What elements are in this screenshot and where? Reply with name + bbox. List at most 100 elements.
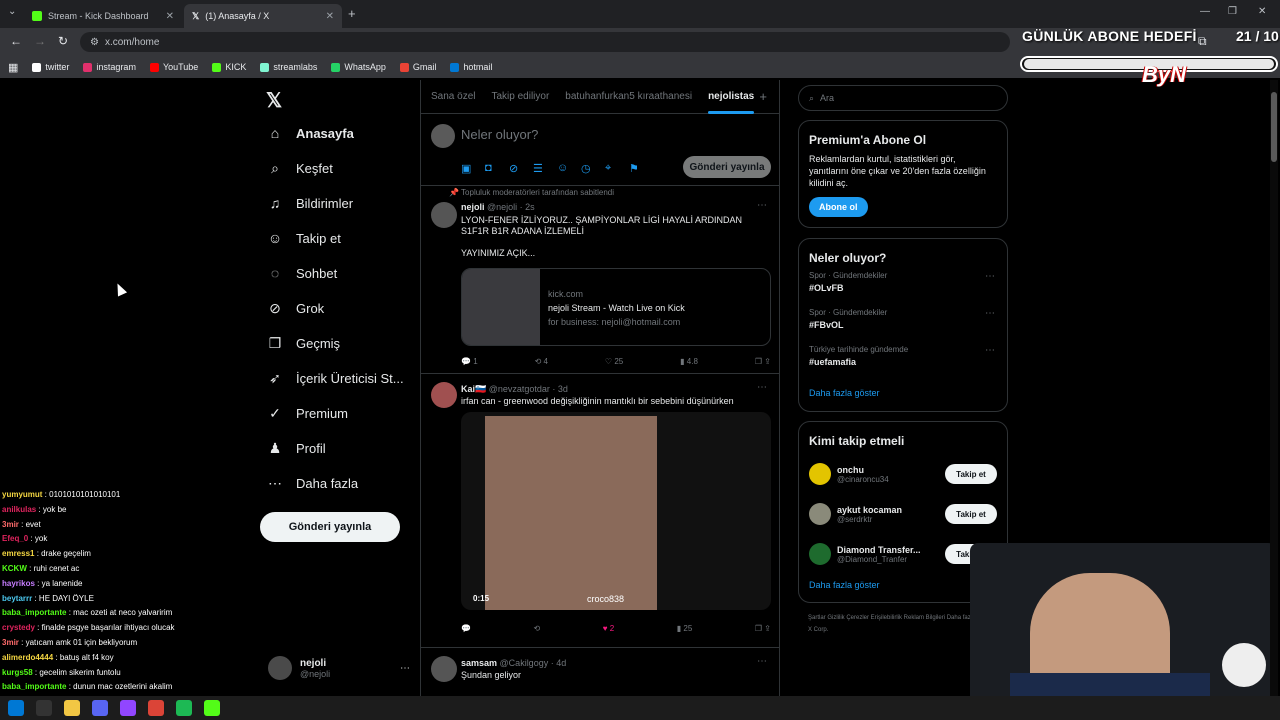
chat-username[interactable]: KCKW	[2, 564, 27, 573]
sidebar-item-home[interactable]: ⌂ Anasayfa	[266, 116, 354, 150]
follow-button[interactable]: Takip et	[945, 504, 997, 524]
account-switcher[interactable]: nejoli @nejoli ⋯	[268, 654, 410, 682]
avatar[interactable]	[431, 202, 457, 228]
back-icon[interactable]: ←	[10, 34, 22, 48]
apps-grid-icon[interactable]: ▦	[8, 61, 18, 74]
gif-icon[interactable]: ◘	[485, 162, 492, 174]
browser-tab-x[interactable]: 𝕏 (1) Anasayfa / X ✕	[184, 4, 342, 28]
twitch-icon[interactable]	[120, 700, 136, 716]
sidebar-item-bookmark[interactable]: ❐ Geçmiş	[266, 326, 340, 360]
sidebar-item-add-user[interactable]: ☺ Takip et	[266, 221, 341, 255]
grok-icon[interactable]: ⊘	[509, 162, 518, 175]
video-player[interactable]: 0:15 croco838	[461, 412, 771, 610]
close-tab-icon[interactable]: ✕	[326, 11, 334, 22]
bookmark-gmail[interactable]: Gmail	[399, 62, 436, 72]
add-tab-icon[interactable]: +	[759, 89, 767, 104]
schedule-icon[interactable]: ◷	[581, 162, 591, 175]
avatar[interactable]	[431, 382, 457, 408]
tab-for-you[interactable]: Sana özel	[431, 91, 475, 102]
flag-icon[interactable]: ⚑	[629, 162, 639, 175]
views-button[interactable]: ▮ 25	[677, 624, 693, 633]
bookmark-kick[interactable]: KICK	[212, 62, 246, 72]
trend-item[interactable]: Spor · Gündemdekiler #FBvOL ⋯	[809, 308, 997, 345]
location-icon[interactable]: ⌖	[605, 162, 611, 175]
more-icon[interactable]: ⋯	[400, 663, 410, 674]
reply-button[interactable]: 💬	[461, 624, 471, 633]
more-icon[interactable]: ⋯	[757, 200, 767, 211]
forward-icon[interactable]: →	[34, 34, 46, 48]
trend-item[interactable]: Spor · Gündemdekiler #OLvFB ⋯	[809, 271, 997, 308]
tweet-pinned[interactable]: 📌 Topluluk moderatörleri tarafından sabi…	[421, 186, 779, 374]
avatar[interactable]	[431, 656, 457, 682]
bookmark-youtube[interactable]: YouTube	[149, 62, 198, 72]
browser-tab-kick[interactable]: Stream - Kick Dashboard ✕	[24, 4, 182, 28]
close-window-icon[interactable]: ✕	[1258, 6, 1266, 17]
chat-username[interactable]: baba_importante	[2, 682, 66, 691]
more-icon[interactable]: ⋯	[985, 308, 995, 319]
follow-suggestion[interactable]: aykut kocaman @serdrktr Takip et	[809, 494, 997, 534]
repost-button[interactable]: ⟲ 4	[535, 357, 548, 366]
trend-item[interactable]: Türkiye tarihinde gündemde #uefamafia ⋯	[809, 345, 997, 382]
bookmark-icon[interactable]: ❐ ⇪	[755, 624, 771, 633]
address-bar[interactable]: ⚙ x.com/home	[80, 32, 1010, 52]
chat-username[interactable]: hayrikos	[2, 579, 35, 588]
chat-username[interactable]: emress1	[2, 549, 34, 558]
x-logo-icon[interactable]: 𝕏	[266, 88, 282, 113]
more-icon[interactable]: ⋯	[757, 382, 767, 393]
link-card[interactable]: kick.com nejoli Stream - Watch Live on K…	[461, 268, 771, 346]
scrollbar-thumb[interactable]	[1271, 92, 1277, 162]
discord-icon[interactable]	[92, 700, 108, 716]
tab-list-chevron-icon[interactable]: ⌄	[8, 6, 16, 17]
chat-username[interactable]: yumyumut	[2, 490, 42, 499]
sidebar-item-search[interactable]: ⌕ Keşfet	[266, 151, 333, 185]
views-button[interactable]: ▮ 4.8	[680, 357, 698, 366]
emoji-icon[interactable]: ☺	[557, 162, 568, 174]
post-button[interactable]: Gönderi yayınla	[260, 512, 400, 542]
follow-suggestion[interactable]: Diamond Transfer... @Diamond_Tranfer Takip…	[809, 534, 997, 574]
close-tab-icon[interactable]: ✕	[166, 11, 174, 22]
bookmark-twitter[interactable]: twitter	[32, 62, 69, 72]
chat-username[interactable]: baba_importante	[2, 608, 66, 617]
tweet-text-only[interactable]: samsam @Cakilgogy · 4d ⋯ Şundan geliyor	[421, 648, 779, 696]
minimize-icon[interactable]: —	[1200, 6, 1210, 17]
sidebar-item-bell[interactable]: ♫ Bildirimler	[266, 186, 353, 220]
maximize-icon[interactable]: ❐	[1228, 6, 1237, 17]
reload-icon[interactable]: ↻	[58, 34, 68, 48]
bookmark-icon[interactable]: ❐ ⇪	[755, 357, 771, 366]
trends-show-more[interactable]: Daha fazla göster	[809, 388, 997, 398]
repost-button[interactable]: ⟲	[534, 624, 541, 633]
sidebar-item-grok[interactable]: ⊘ Grok	[266, 291, 324, 325]
extensions-icon[interactable]: ⧉	[1198, 34, 1207, 49]
spotify-icon[interactable]	[176, 700, 192, 716]
bookmark-hotmail[interactable]: hotmail	[450, 62, 492, 72]
reply-button[interactable]: 💬 1	[461, 357, 478, 366]
more-icon[interactable]: ⋯	[757, 656, 767, 667]
chrome-icon[interactable]	[148, 700, 164, 716]
search-input[interactable]: ⌕ Ara	[798, 85, 1008, 111]
like-button[interactable]: ♡ 25	[605, 357, 623, 366]
page-scrollbar[interactable]	[1270, 80, 1278, 696]
subscribe-button[interactable]: Abone ol	[809, 197, 868, 217]
sidebar-item-rocket[interactable]: ➶ İçerik Üreticisi St...	[266, 361, 404, 395]
new-tab-icon[interactable]: +	[348, 6, 356, 21]
tab-community[interactable]: batuhanfurkan5 kıraathanesi	[565, 91, 692, 102]
kick-icon[interactable]	[204, 700, 220, 716]
chat-username[interactable]: beytarrr	[2, 594, 32, 603]
sidebar-item-verified[interactable]: ✓ Premium	[266, 396, 348, 430]
follow-suggestion[interactable]: onchu @cinaroncu34 Takip et	[809, 454, 997, 494]
sidebar-item-chat[interactable]: ◌ Sohbet	[266, 256, 337, 290]
bookmark-whatsapp[interactable]: WhatsApp	[331, 62, 386, 72]
sidebar-item-profile[interactable]: ♟ Profil	[266, 431, 326, 465]
follow-show-more[interactable]: Daha fazla göster	[809, 580, 997, 590]
like-button[interactable]: ♥ 2	[603, 624, 614, 633]
tweet-video[interactable]: Kai🇸🇮 @nevzatgotdar · 3d ⋯ irfan can - g…	[421, 374, 779, 648]
search-icon[interactable]	[36, 700, 52, 716]
bookmark-instagram[interactable]: instagram	[83, 62, 136, 72]
poll-icon[interactable]: ☰	[533, 162, 543, 175]
chat-username[interactable]: 3mir	[2, 520, 19, 529]
windows-start-icon[interactable]	[8, 700, 24, 716]
tab-nejolistas[interactable]: nejolistas	[708, 91, 755, 114]
sidebar-item-more[interactable]: ⋯ Daha fazla	[266, 466, 358, 500]
image-icon[interactable]: ▣	[461, 162, 471, 175]
compose-post-button[interactable]: Gönderi yayınla	[683, 156, 771, 178]
